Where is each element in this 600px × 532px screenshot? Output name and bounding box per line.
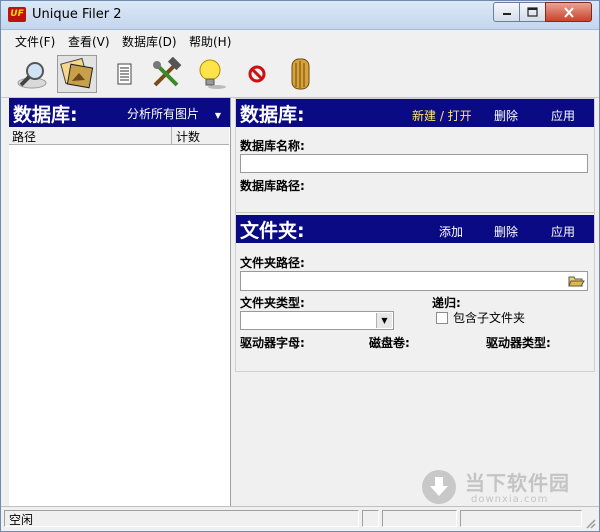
- toolbar-images-button[interactable]: [57, 55, 97, 93]
- properties-pane: 数据库: 新建 / 打开 删除 应用 数据库名称: 数据库路径: 文件夹: 添加…: [235, 98, 595, 372]
- browse-folder-button[interactable]: [567, 273, 585, 289]
- folder-path-input[interactable]: [240, 271, 588, 291]
- analyze-dropdown-value: 分析所有图片: [127, 107, 200, 121]
- left-header: 数据库: 分析所有图片 ▼: [9, 98, 230, 127]
- toolbar-stop-button[interactable]: [237, 55, 277, 93]
- status-panel-4: [460, 510, 582, 527]
- stop-icon: [248, 65, 266, 83]
- folder-type-select[interactable]: ▼: [240, 311, 394, 330]
- database-delete-link[interactable]: 删除: [494, 107, 518, 124]
- toolbar-search-button[interactable]: [13, 55, 53, 93]
- folder-apply-link[interactable]: 应用: [551, 223, 575, 240]
- folder-type-label: 文件夹类型:: [240, 296, 305, 310]
- menu-database[interactable]: 数据库(D): [122, 33, 177, 50]
- menu-view[interactable]: 查看(V): [68, 33, 110, 50]
- database-apply-link[interactable]: 应用: [551, 107, 575, 124]
- column-count[interactable]: 计数: [176, 128, 200, 145]
- database-header-title: 数据库:: [240, 104, 305, 126]
- database-name-label: 数据库名称:: [240, 139, 305, 153]
- magnifier-icon: [17, 62, 47, 89]
- menu-bar: 文件(F) 查看(V) 数据库(D) 帮助(H): [1, 30, 599, 50]
- photos-icon: [60, 57, 94, 89]
- include-subfolders-label[interactable]: 包含子文件夹: [453, 309, 525, 326]
- status-panel-2: [362, 510, 379, 527]
- minimize-button[interactable]: [493, 2, 520, 22]
- database-header: 数据库: 新建 / 打开 删除 应用: [236, 99, 594, 127]
- maximize-icon: [527, 7, 538, 17]
- toolbar-exit-button[interactable]: [281, 55, 321, 93]
- close-icon: [563, 6, 574, 18]
- maximize-button[interactable]: [519, 2, 546, 22]
- status-text: 空闲: [9, 513, 34, 527]
- disk-volume-label: 磁盘卷:: [369, 336, 410, 350]
- database-path-label: 数据库路径:: [240, 179, 305, 193]
- chevron-down-icon[interactable]: ▼: [376, 313, 392, 328]
- minimize-icon: [502, 13, 511, 15]
- toolbar-report-button[interactable]: [105, 55, 145, 93]
- section-divider: [236, 212, 594, 213]
- folder-delete-link[interactable]: 删除: [494, 223, 518, 240]
- analyze-dropdown[interactable]: 分析所有图片 ▼: [127, 105, 221, 122]
- status-panel-3: [382, 510, 457, 527]
- status-panel-main: 空闲: [4, 510, 359, 527]
- resize-grip-icon[interactable]: [584, 517, 596, 529]
- left-header-title: 数据库:: [13, 104, 78, 126]
- close-button[interactable]: [545, 2, 592, 22]
- toolbar: [1, 51, 599, 98]
- menu-help[interactable]: 帮助(H): [189, 33, 231, 50]
- folder-header: 文件夹: 添加 删除 应用: [236, 215, 594, 243]
- menu-file[interactable]: 文件(F): [15, 33, 55, 50]
- folder-path-label: 文件夹路径:: [240, 256, 305, 270]
- drive-letter-label: 驱动器字母:: [240, 336, 305, 350]
- watermark: 当下软件园 downxia.com: [419, 467, 599, 507]
- lightbulb-icon: [199, 59, 226, 89]
- door-icon: [291, 58, 310, 90]
- database-list-pane: 数据库: 分析所有图片 ▼ 路径 计数: [9, 98, 231, 508]
- folder-add-link[interactable]: 添加: [439, 223, 463, 240]
- app-window: UF Unique Filer 2 文件(F) 查看(V) 数据库(D) 帮助(…: [0, 0, 600, 532]
- open-folder-icon: [568, 276, 585, 287]
- title-bar[interactable]: UF Unique Filer 2: [1, 1, 599, 30]
- new-open-link[interactable]: 新建 / 打开: [412, 107, 472, 124]
- document-icon: [117, 63, 132, 85]
- database-name-input[interactable]: [240, 154, 588, 173]
- column-path[interactable]: 路径: [12, 128, 36, 145]
- tools-icon: [153, 57, 182, 87]
- column-divider[interactable]: [171, 127, 172, 144]
- dropdown-arrow-icon: ▼: [214, 111, 221, 120]
- include-subfolders-checkbox[interactable]: [436, 312, 448, 324]
- drive-type-label: 驱动器类型:: [486, 336, 551, 350]
- folder-header-title: 文件夹:: [240, 220, 305, 242]
- toolbar-hint-button[interactable]: [191, 55, 231, 93]
- watermark-url: downxia.com: [471, 494, 549, 505]
- toolbar-tools-button[interactable]: [147, 55, 187, 93]
- status-bar: 空闲: [1, 506, 599, 531]
- list-column-header: 路径 计数: [9, 127, 229, 145]
- watermark-text: 当下软件园: [465, 471, 570, 495]
- window-title: Unique Filer 2: [32, 7, 122, 22]
- download-icon: [422, 470, 456, 504]
- app-logo-icon: UF: [8, 7, 26, 22]
